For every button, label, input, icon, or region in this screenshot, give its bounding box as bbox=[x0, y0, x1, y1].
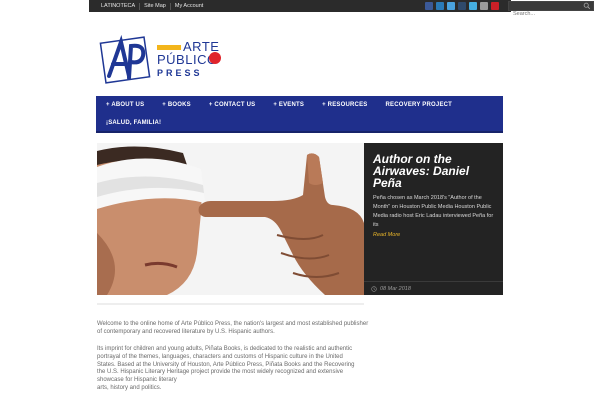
imprint-line: the U.S. Hispanic Literary Heritage proj… bbox=[97, 369, 344, 376]
site-map-link[interactable]: Site Map bbox=[140, 2, 171, 10]
search-icon[interactable] bbox=[583, 2, 591, 10]
slide-title[interactable]: Author on the Airwaves: Daniel Peña bbox=[373, 153, 498, 189]
imprint-line: States. Based at the University of Houst… bbox=[97, 361, 355, 368]
nav-salud-familia[interactable]: ¡SALUD, FAMILIA! bbox=[106, 120, 161, 126]
imprint-line: showcase for Hispanic literary bbox=[97, 377, 177, 384]
search-box bbox=[508, 1, 594, 18]
slide-excerpt: Peña chosen as March 2018's "Author of t… bbox=[373, 195, 494, 228]
top-links: LATINOTECA Site Map My Account bbox=[97, 0, 207, 12]
linkedin-icon[interactable] bbox=[436, 2, 444, 10]
ap-logo-mark-icon bbox=[99, 34, 151, 84]
nav-row-2: ¡SALUD, FAMILIA! bbox=[96, 114, 503, 132]
nav-books[interactable]: + BOOKS bbox=[162, 102, 191, 108]
imprint-line: arts, history and politics. bbox=[97, 384, 162, 391]
nav-row-1: + ABOUT US + BOOKS + CONTACT US + EVENTS… bbox=[96, 96, 503, 114]
imprint-paragraph: Its imprint for children and young adult… bbox=[97, 346, 369, 393]
my-account-link[interactable]: My Account bbox=[171, 3, 207, 10]
clock-icon bbox=[371, 286, 377, 292]
nav-recovery-project[interactable]: RECOVERY PROJECT bbox=[386, 102, 453, 108]
featured-slider: Author on the Airwaves: Daniel Peña Peña… bbox=[97, 143, 503, 295]
logo-word-press: PRESS bbox=[157, 68, 203, 78]
search-input[interactable] bbox=[509, 10, 579, 18]
welcome-paragraph: Welcome to the online home of Arte Públi… bbox=[97, 321, 369, 335]
nav-resources[interactable]: + RESOURCES bbox=[322, 102, 367, 108]
tumblr-icon[interactable] bbox=[458, 2, 466, 10]
content-divider bbox=[97, 303, 364, 305]
slide-date-bar: 08 Mar 2018 bbox=[364, 281, 503, 295]
vimeo-icon[interactable] bbox=[469, 2, 477, 10]
imprint-line: Its imprint for children and young adult… bbox=[97, 346, 353, 352]
main-navigation: + ABOUT US + BOOKS + CONTACT US + EVENTS… bbox=[96, 96, 503, 133]
top-bar: LATINOTECA Site Map My Account bbox=[89, 0, 594, 18]
email-icon[interactable] bbox=[480, 2, 488, 10]
blindfolded-man-image bbox=[97, 143, 364, 295]
read-more-link[interactable]: Read More bbox=[373, 232, 400, 238]
featured-photo[interactable] bbox=[97, 143, 364, 295]
slide-date: 08 Mar 2018 bbox=[380, 286, 411, 292]
nav-events[interactable]: + EVENTS bbox=[273, 102, 304, 108]
slide-caption: Author on the Airwaves: Daniel Peña Peña… bbox=[364, 143, 503, 295]
twitter-icon[interactable] bbox=[447, 2, 455, 10]
nav-contact-us[interactable]: + CONTACT US bbox=[209, 102, 255, 108]
site-logo[interactable]: ARTE PÚBLICO PRESS bbox=[99, 32, 221, 86]
latinoteca-link[interactable]: LATINOTECA bbox=[97, 2, 141, 10]
imprint-line: portrayal of the themes, languages, char… bbox=[97, 353, 343, 360]
pinterest-icon[interactable] bbox=[491, 2, 499, 10]
nav-about-us[interactable]: + ABOUT US bbox=[106, 102, 144, 108]
logo-red-dot bbox=[209, 52, 221, 64]
social-icons bbox=[425, 2, 499, 10]
logo-yellow-bar bbox=[157, 45, 181, 50]
facebook-icon[interactable] bbox=[425, 2, 433, 10]
